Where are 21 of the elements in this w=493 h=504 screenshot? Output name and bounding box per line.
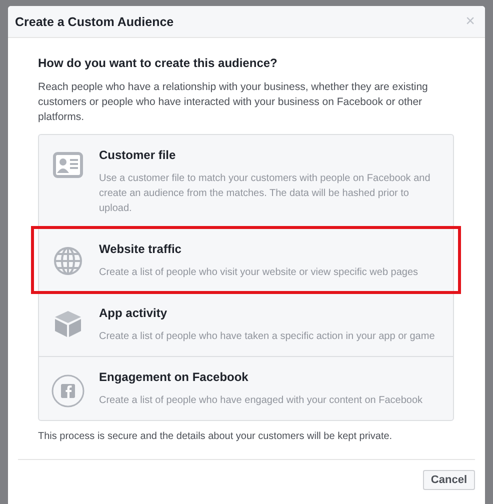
globe-icon	[53, 246, 83, 276]
facebook-icon	[51, 374, 85, 408]
audience-option[interactable]: Customer file Use a customer file to match your customers with people on Facebook and create an audience from the matches. The data will be hashed prior to upload.	[39, 135, 453, 228]
privacy-note: This process is secure and the details about your customers will be kept private.	[38, 431, 394, 442]
audience-option[interactable]: App activity Create a list of people who have taken a specific action in your app or game	[39, 292, 453, 356]
cube-icon	[54, 310, 82, 338]
option-title: Engagement on Facebook	[99, 370, 250, 384]
intro-text: Reach people who have a relationship with your business, whether they are existing customers or people who have interacted with your business on Facebook or other platforms.	[38, 80, 429, 125]
dialog-title: Create a Custom Audience	[15, 14, 174, 28]
option-description: Create a list of people who have engaged with your content on Facebook	[99, 394, 423, 408]
option-title: App activity	[99, 306, 168, 320]
option-description: Create a list of people who have taken a specific action in your app or game	[99, 330, 435, 344]
option-title: Website traffic	[99, 242, 182, 256]
cancel-button[interactable]: Cancel	[422, 470, 475, 490]
section-heading: How do you want to create this audience?	[38, 56, 278, 70]
audience-option[interactable]: Website traffic Create a list of people who visit your website or view specific web pages	[33, 228, 459, 292]
contact-card-icon	[53, 152, 83, 178]
option-description: Create a list of people who visit your website or view specific web pages	[99, 266, 418, 280]
audience-option[interactable]: Engagement on Facebook Create a list of people who have engaged with your content on Facebook	[39, 356, 453, 420]
option-description: Use a customer file to match your customers with people on Facebook and create an audience from the matches. The data will be hashed prior to upload.	[99, 172, 432, 216]
option-title: Customer file	[99, 148, 177, 162]
